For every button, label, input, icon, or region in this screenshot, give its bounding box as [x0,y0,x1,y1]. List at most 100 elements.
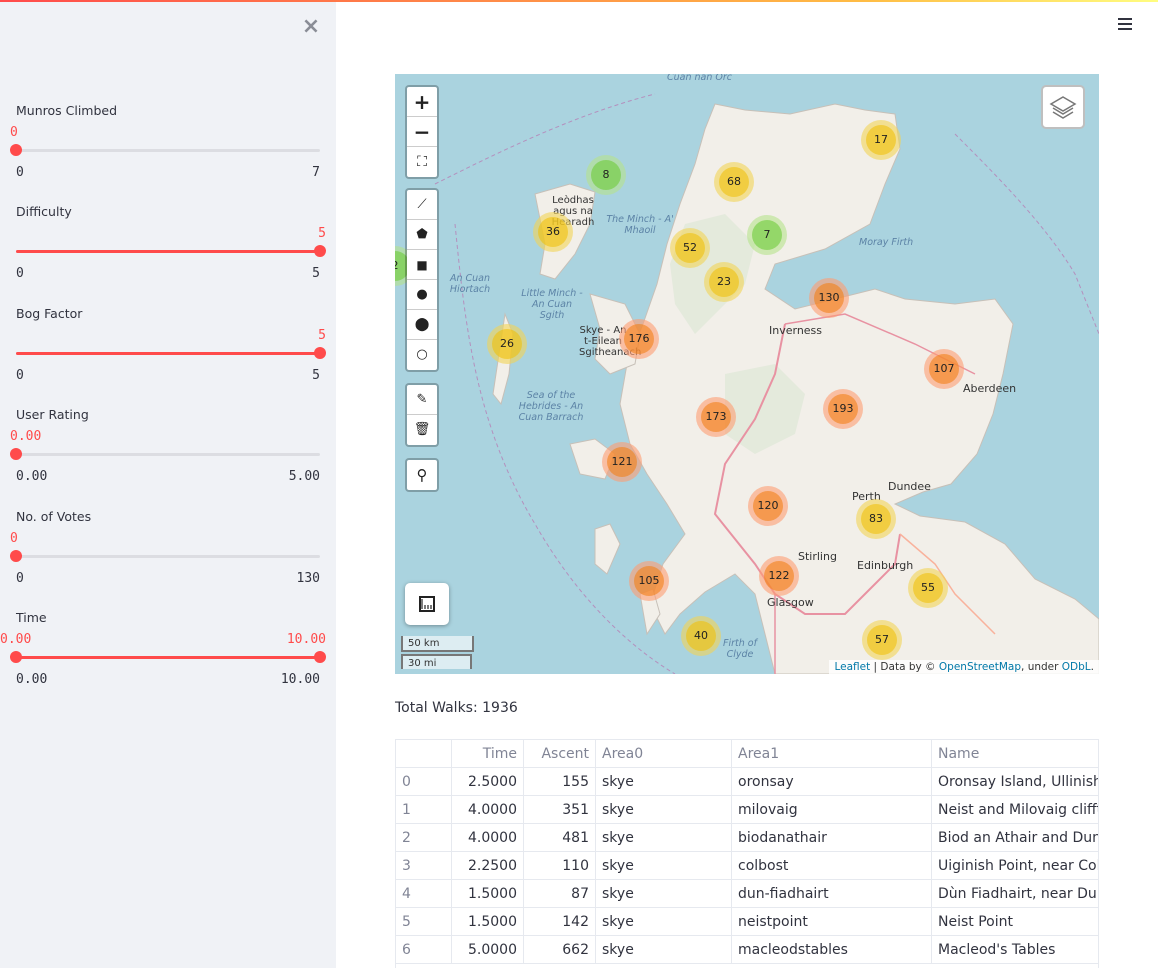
slider-munros-climbed[interactable]: Munros Climbed 0 0 7 [0,103,336,199]
attrib-under: , under [1021,661,1062,673]
edit-toolbar: ✎ 🗑 [405,383,439,447]
marker-cluster[interactable]: 176 [619,319,659,359]
leaflet-link[interactable]: Leaflet [834,661,870,673]
table-row[interactable]: 6 5.0000 662 skye macleodstables Macleod's Ta… [396,936,1098,964]
marker-cluster[interactable]: 68 [714,162,754,202]
marker-cluster[interactable]: 7 [747,215,787,255]
slider-track[interactable] [16,347,326,359]
slider-min: 0.00 [16,469,48,484]
marker-cluster[interactable]: 57 [862,620,902,660]
marker-cluster[interactable]: 52 [670,228,710,268]
slider-bog-factor[interactable]: Bog Factor 5 0 5 [0,306,336,402]
marker-cluster[interactable]: 17 [861,120,901,160]
marker-cluster[interactable]: 105 [629,561,669,601]
slider-track[interactable] [10,651,326,663]
row-index: 5 [396,908,452,936]
marker-cluster[interactable]: 8 [586,155,626,195]
measure-icon[interactable] [405,583,449,625]
cluster-count: 17 [866,125,896,155]
draw-polyline-icon[interactable]: ⟋ [407,190,437,220]
draw-circlemarker-icon[interactable]: ○ [407,340,437,370]
marker-cluster[interactable]: 173 [696,397,736,437]
draw-polygon-icon[interactable]: ⬟ [407,220,437,250]
table-cell: neistpoint [732,908,932,936]
zoom-out-button[interactable]: − [407,117,437,147]
marker-cluster[interactable]: 121 [602,442,642,482]
slider-track[interactable] [10,550,320,562]
slider-value: 0.00 [10,429,42,444]
marker-cluster[interactable]: 26 [487,324,527,364]
slider-thumb[interactable] [10,448,22,460]
search-icon[interactable]: ⚲ [407,460,437,490]
attrib-period: . [1090,661,1094,673]
slider-thumb[interactable] [10,550,22,562]
draw-marker-icon[interactable]: ⬤ [407,310,437,340]
slider-value: 0 [10,531,18,546]
edit-layers-icon[interactable]: ✎ [407,385,437,415]
marker-cluster[interactable]: 122 [759,556,799,596]
table-row[interactable]: 5 1.5000 142 skye neistpoint Neist Point [396,908,1098,936]
map-attribution: Leaflet | Data by © OpenStreetMap, under… [829,660,1099,674]
slider-no-of-votes[interactable]: No. of Votes 0 0 130 [0,509,336,605]
marker-cluster[interactable]: 107 [924,349,964,389]
layers-icon[interactable] [1041,85,1085,129]
row-index: 3 [396,852,452,880]
table-row[interactable]: 3 2.2500 110 skye colbost Uiginish Point, nea… [396,852,1098,880]
draw-circle-icon[interactable]: ● [407,280,437,310]
marker-cluster[interactable]: 83 [856,499,896,539]
odbl-link[interactable]: ODbL [1062,661,1091,673]
slider-user-rating[interactable]: User Rating 0.00 0.00 5.00 [0,407,336,503]
table-cell: skye [596,880,732,908]
slider-value: 5 [318,226,326,241]
slider-thumb[interactable] [314,347,326,359]
marker-cluster[interactable]: 36 [533,212,573,252]
marker-cluster[interactable]: 55 [908,568,948,608]
column-header[interactable]: Area0 [596,740,732,768]
slider-time[interactable]: Time 0.00 10.00 0.00 10.00 [0,610,336,706]
column-header[interactable]: Name [932,740,1098,768]
table-row[interactable]: 4 1.5000 87 skye dun-fiadhairt Dùn Fiadhairt,… [396,880,1098,908]
fullscreen-icon[interactable]: ⛶ [407,147,437,177]
close-sidebar-icon[interactable]: × [300,16,322,38]
hamburger-menu-icon[interactable] [1116,14,1136,34]
table-row[interactable]: 1 4.0000 351 skye milovaig Neist and Milovaig… [396,796,1098,824]
map[interactable]: Cuan nan Orc The Minch - A' Mhaoil Moray… [395,74,1099,674]
column-header[interactable] [396,740,452,768]
delete-layers-icon[interactable]: 🗑 [407,415,437,445]
marker-cluster[interactable]: 130 [809,278,849,318]
draw-toolbar: ⟋ ⬟ ■ ● ⬤ ○ [405,188,439,372]
slider-thumb[interactable] [314,651,326,663]
slider-track[interactable] [10,144,320,156]
slider-track[interactable] [16,245,326,257]
slider-thumb-low[interactable] [10,651,22,663]
cluster-count: 130 [814,283,844,313]
table-cell: Biod an Athair and Dunvegan [932,824,1098,852]
slider-thumb[interactable] [314,245,326,257]
row-index: 1 [396,796,452,824]
table-cell: dun-fiadhairt [732,880,932,908]
marker-cluster[interactable]: 23 [704,262,744,302]
column-header[interactable]: Time [452,740,524,768]
osm-link[interactable]: OpenStreetMap [939,661,1021,673]
zoom-in-button[interactable]: + [407,87,437,117]
table-row[interactable]: 2 4.0000 481 skye biodanathair Biod an Athair… [396,824,1098,852]
slider-fill [16,656,320,659]
slider-track[interactable] [10,448,320,460]
slider-thumb[interactable] [10,144,22,156]
table-cell: 481 [524,824,596,852]
map-label-hebrides: Sea of the Hebrides - An Cuan Barrach [518,390,584,423]
table-cell: skye [596,824,732,852]
marker-cluster[interactable]: 40 [681,616,721,656]
walks-table[interactable]: Time Ascent Area0 Area1 Name 0 2.5000 155 skye or… [395,739,1099,968]
map-label-clyde: Firth of Clyde [723,638,757,660]
column-header[interactable]: Ascent [524,740,596,768]
marker-cluster[interactable]: 193 [823,389,863,429]
scale-km: 50 km [401,636,474,652]
marker-cluster[interactable]: 120 [748,486,788,526]
table-row[interactable]: 0 2.5000 155 skye oronsay Oronsay Island, Ull… [396,768,1098,796]
column-header[interactable]: Area1 [732,740,932,768]
map-label-little-minch: Little Minch - An Cuan Sgith [521,288,583,321]
draw-rectangle-icon[interactable]: ■ [407,250,437,280]
slider-difficulty[interactable]: Difficulty 5 0 5 [0,204,336,300]
table-cell: 2.5000 [452,768,524,796]
